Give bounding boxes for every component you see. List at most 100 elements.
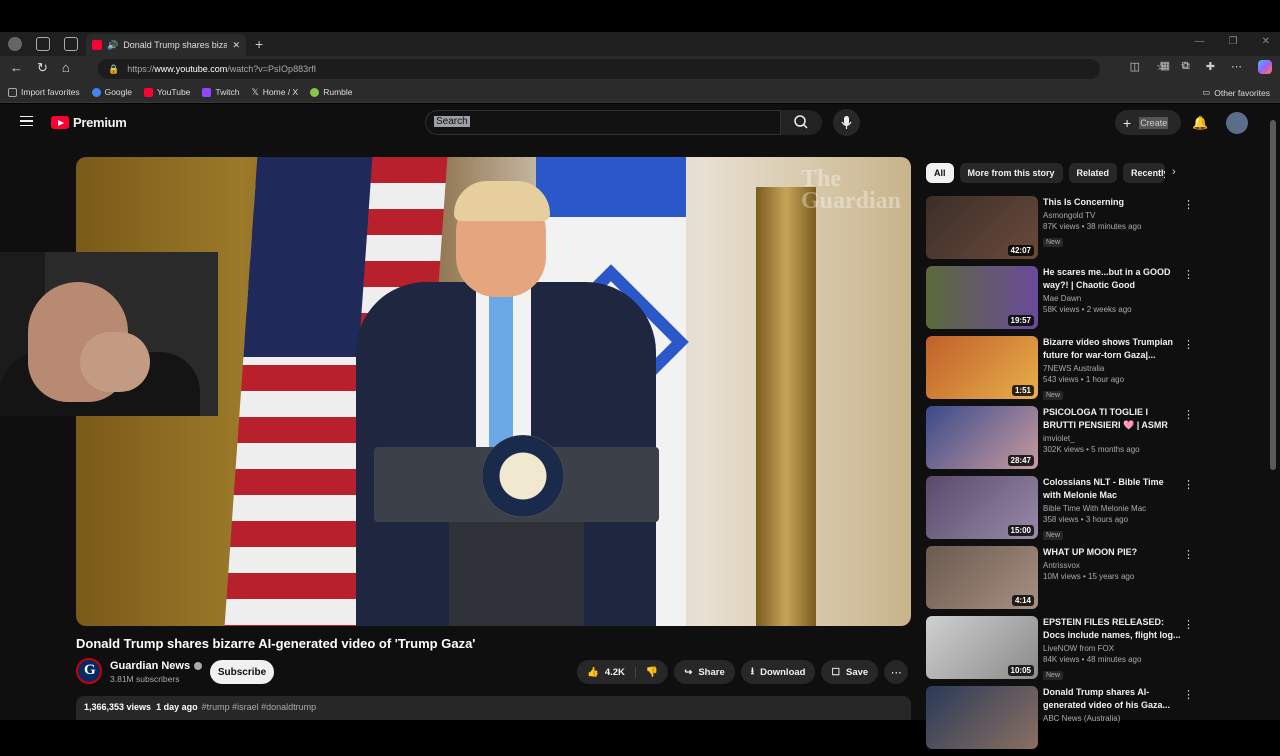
search-input[interactable]: Search [425, 110, 781, 135]
other-favorites[interactable]: ▭ Other favorites [1202, 87, 1270, 98]
bookmark-google[interactable]: Google [91, 87, 132, 97]
close-tab-icon[interactable]: ✕ [232, 40, 240, 51]
restore-icon[interactable]: ❐ [1229, 36, 1238, 47]
kebab-menu-icon[interactable]: ⋮ [1183, 478, 1194, 491]
collections-icon[interactable]: ⧉ [1182, 60, 1190, 74]
video-thumbnail[interactable]: 19:57 [926, 266, 1038, 329]
bookmark-x[interactable]: 𝕏 Home / X [252, 87, 299, 98]
copilot-icon[interactable] [1258, 60, 1272, 74]
duration-badge: 28:47 [1007, 455, 1034, 466]
save-button[interactable]: ☐ Save [821, 660, 879, 684]
rec-meta: 87K views • 38 minutes ago [1043, 222, 1142, 231]
list-item[interactable]: Donald Trump shares AI-generated video o… [926, 686, 1196, 754]
download-icon: ⭳ [750, 666, 755, 677]
kebab-menu-icon[interactable]: ⋮ [1183, 198, 1194, 211]
kebab-menu-icon[interactable]: ⋮ [1183, 268, 1194, 281]
dislike-button[interactable]: 👎 [636, 667, 668, 678]
home-icon[interactable]: ⌂ [62, 60, 70, 76]
like-button[interactable]: 👍 4.2K [577, 666, 636, 678]
channel-name[interactable]: Guardian News [110, 660, 203, 672]
new-tab-button[interactable]: + [255, 36, 263, 52]
microphone-icon [841, 116, 852, 129]
new-badge: New [1043, 391, 1064, 400]
lock-icon[interactable]: 🔒 [108, 64, 119, 75]
rec-title: EPSTEIN FILES RELEASED: Docs include nam… [1043, 617, 1181, 640]
video-thumbnail[interactable]: 4:14 [926, 546, 1038, 609]
chip-related[interactable]: Related [1068, 163, 1118, 183]
tab-active[interactable]: 🔊 Donald Trump shares bizarre ✕ [86, 34, 246, 56]
list-item[interactable]: 28:47 PSICOLOGA TI TOGLIE I BRUTTI PENSI… [926, 406, 1196, 474]
kebab-menu-icon[interactable]: ⋮ [1183, 688, 1194, 701]
chip-more-from-story[interactable]: More from this story [959, 163, 1063, 183]
bookmark-rumble[interactable]: Rumble [310, 87, 353, 97]
chip-all[interactable]: All [926, 163, 954, 183]
minimize-icon[interactable]: — [1195, 36, 1205, 47]
video-thumbnail[interactable]: 28:47 [926, 406, 1038, 469]
webcam-overlay [0, 252, 218, 416]
list-item[interactable]: 1:51 Bizarre video shows Trumpian future… [926, 336, 1196, 404]
search-button[interactable] [781, 110, 822, 135]
kebab-menu-icon[interactable]: ⋮ [1183, 548, 1194, 561]
create-button[interactable]: + Create [1115, 110, 1181, 135]
kebab-menu-icon[interactable]: ⋮ [1183, 408, 1194, 421]
video-thumbnail[interactable]: 10:05 [926, 616, 1038, 679]
tab-actions-icon[interactable] [64, 37, 78, 51]
video-thumbnail[interactable]: 42:07 [926, 196, 1038, 259]
chevron-right-icon[interactable]: › [1172, 166, 1176, 178]
channel-avatar[interactable] [76, 658, 102, 684]
list-item[interactable]: 4:14 WHAT UP MOON PIE? Antrissvox 10M view… [926, 546, 1196, 614]
page-scrollbar[interactable] [1270, 120, 1276, 470]
favorites-icon[interactable]: ☆ [1156, 60, 1166, 74]
close-window-icon[interactable]: ✕ [1262, 36, 1270, 47]
youtube-logo[interactable]: Premium [51, 115, 127, 130]
speaker-icon[interactable]: 🔊 [107, 40, 118, 51]
voice-search-button[interactable] [833, 109, 860, 136]
list-item[interactable]: 15:00 Colossians NLT - Bible Time with M… [926, 476, 1196, 544]
new-badge: New [1043, 531, 1064, 540]
profile-icon[interactable] [8, 37, 22, 51]
rec-meta: 84K views • 48 minutes ago [1043, 655, 1142, 664]
download-button[interactable]: ⭳ Download [740, 660, 816, 684]
bookmark-import[interactable]: Import favorites [8, 87, 80, 97]
hashtags[interactable]: #trump #israel #donaldtrump [202, 702, 317, 712]
share-button[interactable]: ↪ Share [674, 660, 735, 684]
menu-dots-icon[interactable]: ⋯ [1231, 60, 1242, 74]
bookmark-twitch[interactable]: Twitch [202, 87, 240, 97]
plus-icon: + [1123, 114, 1132, 131]
rec-channel: 7NEWS Australia [1043, 364, 1105, 373]
rec-title: PSICOLOGA TI TOGLIE I BRUTTI PENSIERI 🩷 … [1043, 407, 1168, 430]
subscribe-button[interactable]: Subscribe [210, 660, 274, 684]
presidential-seal-icon [482, 435, 564, 517]
extensions-icon[interactable]: ✚ [1206, 60, 1215, 74]
duration-badge: 42:07 [1007, 245, 1034, 256]
list-item[interactable]: 19:57 He scares me...but in a GOOD way?!… [926, 266, 1196, 334]
rec-title: Bizarre video shows Trumpian future for … [1043, 337, 1174, 360]
split-screen-icon[interactable]: ◫ [1130, 60, 1140, 74]
view-count: 1,366,353 views [84, 702, 152, 712]
list-item[interactable]: 42:07 This Is Concerning Asmongold TV 87K … [926, 196, 1196, 264]
tab-title: Donald Trump shares bizarre [123, 40, 228, 50]
rec-title: WHAT UP MOON PIE? [1043, 547, 1138, 557]
screen-top-bar [0, 0, 1280, 32]
menu-icon[interactable] [20, 116, 33, 126]
notifications-bell-icon[interactable]: 🔔 [1192, 115, 1208, 131]
list-item[interactable]: 10:05 EPSTEIN FILES RELEASED: Docs inclu… [926, 616, 1196, 684]
description-box[interactable]: 1,366,353 views 1 day ago #trump #israel … [76, 696, 911, 720]
kebab-menu-icon[interactable]: ⋮ [1183, 618, 1194, 631]
bookmark-youtube[interactable]: YouTube [144, 87, 190, 97]
video-thumbnail[interactable] [926, 686, 1038, 749]
chip-recently-uploaded[interactable]: Recently uploaded [1123, 163, 1166, 183]
youtube-icon [144, 87, 153, 97]
video-thumbnail[interactable]: 1:51 [926, 336, 1038, 399]
workspaces-icon[interactable] [36, 37, 50, 51]
more-actions-button[interactable]: ⋯ [884, 660, 909, 684]
back-icon[interactable]: ← [10, 60, 23, 76]
video-thumbnail[interactable]: 15:00 [926, 476, 1038, 539]
search-icon [794, 115, 808, 129]
kebab-menu-icon[interactable]: ⋮ [1183, 338, 1194, 351]
avatar[interactable] [1226, 112, 1248, 134]
url-field[interactable]: 🔒 https://www.youtube.com/watch?v=PsIOp8… [98, 59, 1100, 79]
refresh-icon[interactable]: ↻ [37, 60, 48, 76]
rec-meta: 58K views • 2 weeks ago [1043, 305, 1132, 314]
search-placeholder: Search [434, 116, 470, 127]
